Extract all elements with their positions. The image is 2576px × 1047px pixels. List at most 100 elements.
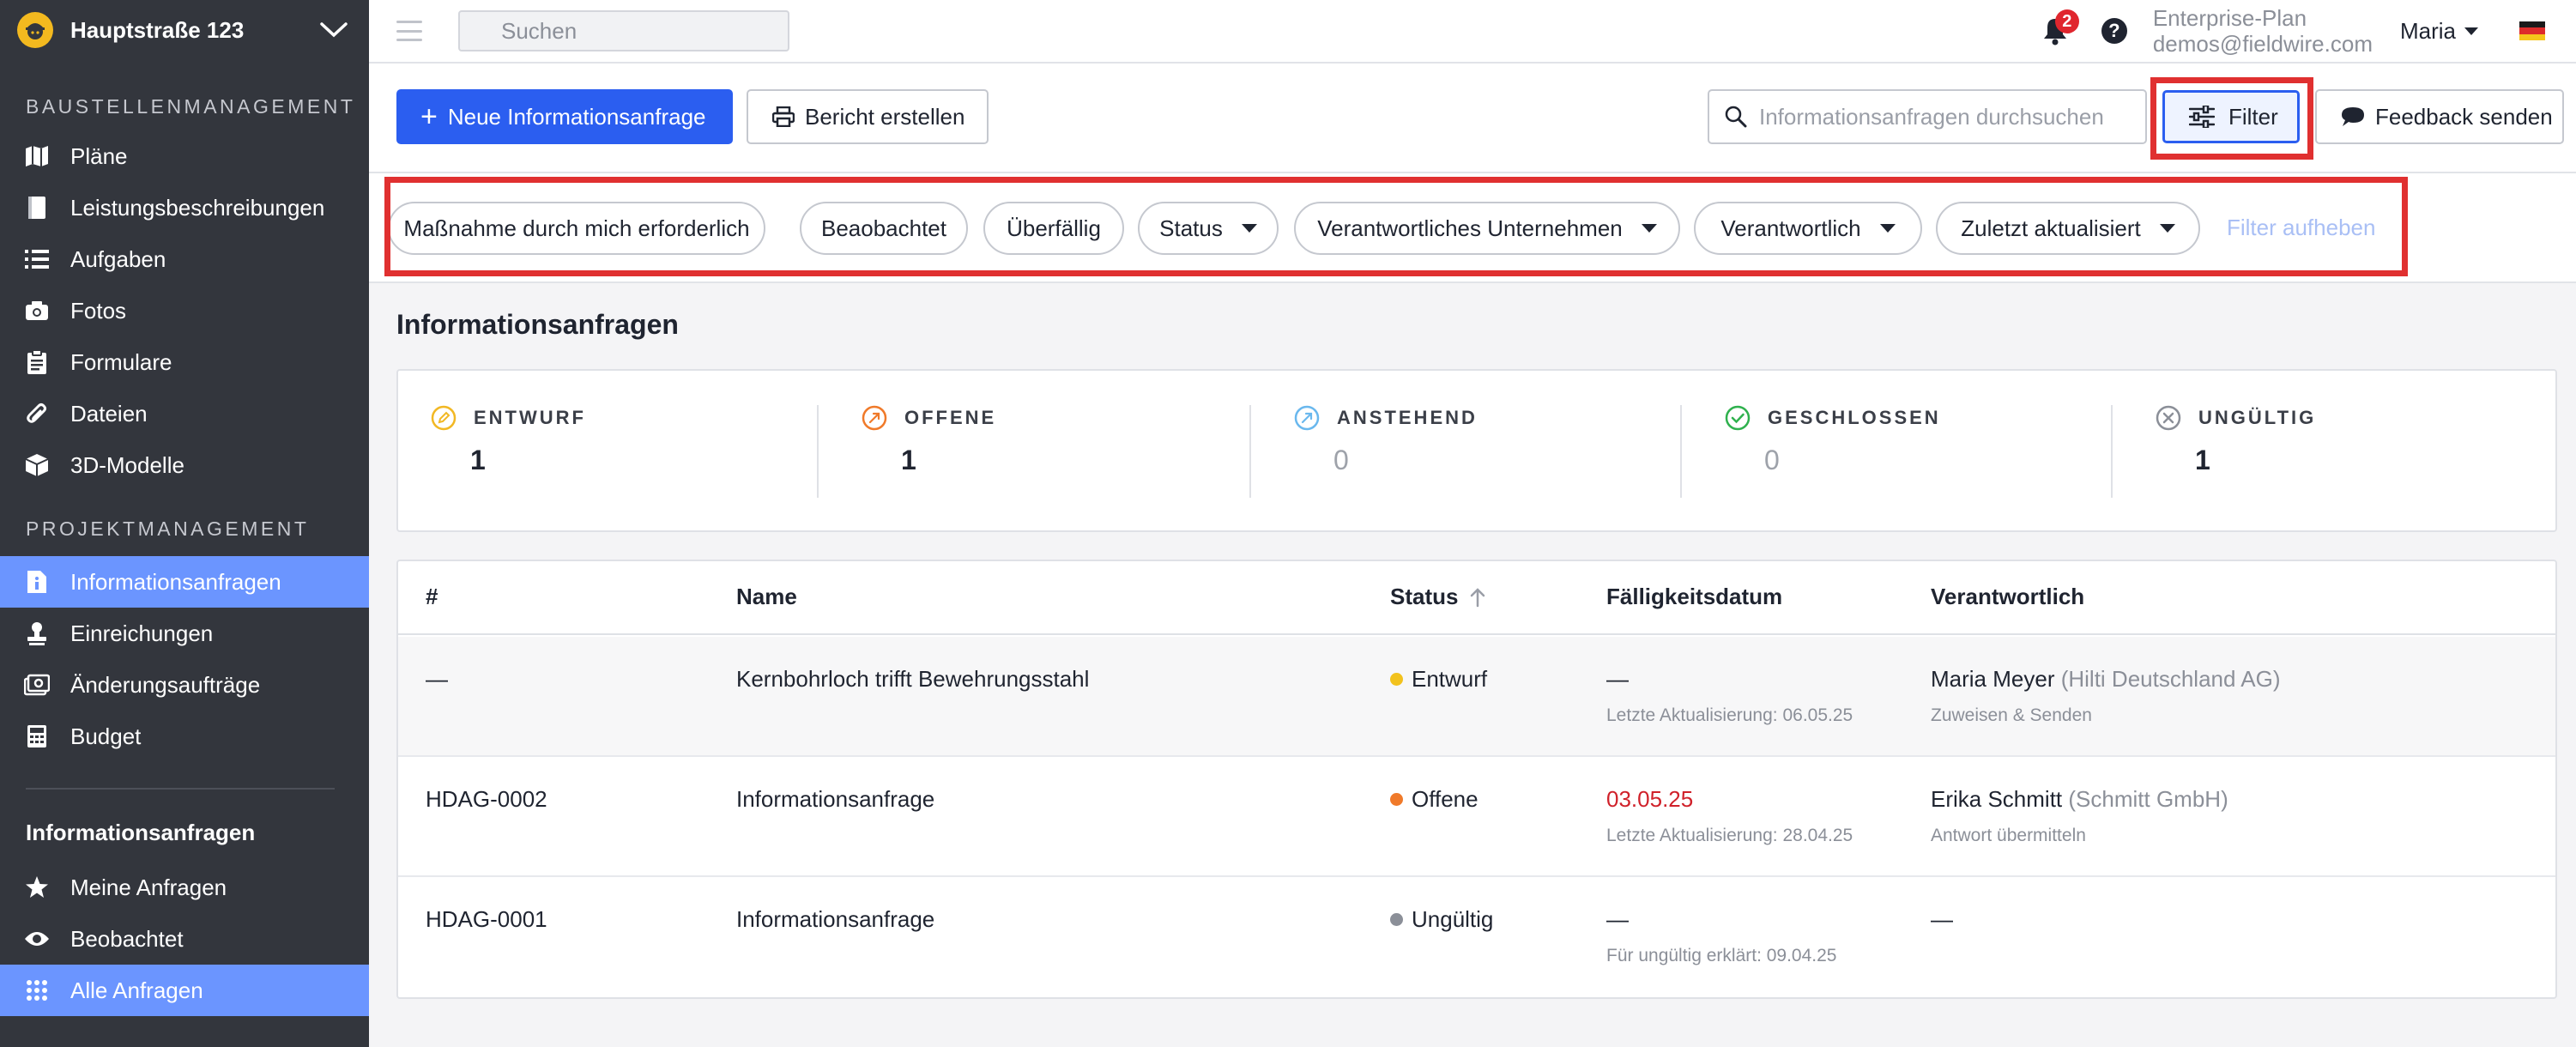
- sliders-icon: [2189, 106, 2215, 128]
- project-logo-icon: [17, 12, 53, 48]
- clear-filters-link[interactable]: Filter aufheben: [2227, 215, 2375, 241]
- stat-label: OFFENE: [904, 407, 997, 428]
- rfi-last-updated: Letzte Aktualisierung: 06.05.25: [1606, 705, 1853, 725]
- filter-chip-overdue[interactable]: Überfällig: [983, 202, 1124, 255]
- sidebar-item-specifications[interactable]: Leistungsbeschreibungen: [0, 182, 369, 233]
- status-dot-void: [1390, 912, 1403, 926]
- book-icon: [24, 195, 50, 221]
- stat-label: ENTWURF: [474, 407, 586, 428]
- clipboard-icon: [24, 349, 50, 375]
- global-search[interactable]: [458, 10, 789, 51]
- stat-draft[interactable]: ENTWURF 1: [431, 405, 586, 499]
- caret-down-icon: [1879, 224, 1896, 233]
- stat-divider: [1249, 405, 1251, 498]
- assignee-company: (Schmitt GmbH): [2068, 786, 2228, 812]
- top-bar: 2 ? Enterprise-Plan demos@fieldwire.com …: [369, 0, 2576, 64]
- column-header-due-date[interactable]: Fälligkeitsdatum: [1606, 584, 1782, 610]
- rfi-voided-date: Für ungültig erklärt: 09.04.25: [1606, 946, 1837, 965]
- stat-count: 1: [2195, 445, 2210, 475]
- column-header-status[interactable]: Status: [1390, 584, 1485, 610]
- sidebar-item-photos[interactable]: Fotos: [0, 285, 369, 336]
- chevron-down-icon[interactable]: [319, 21, 348, 39]
- stat-void[interactable]: UNGÜLTIG 1: [2156, 405, 2316, 499]
- table-row[interactable]: — Kernbohrloch trifft Bewehrungsstahl En…: [398, 637, 2555, 757]
- caret-down-icon: [2159, 224, 2175, 233]
- german-flag-icon[interactable]: [2519, 21, 2545, 40]
- table-row[interactable]: HDAG-0001 Informationsanfrage Ungültig —…: [398, 877, 2555, 997]
- assignee-company: (Hilti Deutschland AG): [2060, 666, 2281, 692]
- stat-label: UNGÜLTIG: [2198, 407, 2317, 428]
- filter-chip-label: Beaobachtet: [820, 215, 946, 241]
- status-summary: ENTWURF 1 OFFENE 1 ANSTEHEND 0 GESCHLOSS…: [396, 369, 2557, 532]
- sidebar-item-all-requests[interactable]: Alle Anfragen: [0, 965, 369, 1016]
- rfi-status-label: Offene: [1412, 786, 1478, 812]
- sidebar-item-change-orders[interactable]: Änderungsaufträge: [0, 659, 369, 711]
- filter-dropdown-company[interactable]: Verantwortliches Unternehmen: [1294, 202, 1680, 255]
- sidebar-item-rfis[interactable]: Informationsanfragen: [0, 556, 369, 608]
- sidebar-item-my-requests[interactable]: Meine Anfragen: [0, 862, 369, 913]
- plan-name: Enterprise-Plan: [2152, 5, 2307, 31]
- table-row[interactable]: HDAG-0002 Informationsanfrage Offene 03.…: [398, 757, 2555, 877]
- rfi-search[interactable]: [1708, 89, 2147, 144]
- rfi-name[interactable]: Informationsanfrage: [736, 786, 934, 813]
- sidebar-item-forms[interactable]: Formulare: [0, 336, 369, 388]
- sidebar-item-plans[interactable]: Pläne: [0, 130, 369, 182]
- rfi-next-action: Antwort übermitteln: [1931, 826, 2086, 845]
- sidebar-divider: [26, 788, 335, 790]
- column-header-status-label: Status: [1390, 584, 1459, 609]
- calculator-icon: [24, 723, 50, 749]
- table-header: # Name Status Fälligkeitsdatum Verantwor…: [398, 561, 2555, 635]
- paperclip-icon: [24, 401, 50, 427]
- filter-dropdown-last-updated[interactable]: Zuletzt aktualisiert: [1936, 202, 2200, 255]
- sidebar-item-label: Formulare: [70, 348, 172, 375]
- rfi-status: Ungültig: [1390, 906, 1493, 933]
- notifications-button[interactable]: 2: [2041, 9, 2079, 45]
- column-header-number[interactable]: #: [426, 584, 438, 610]
- stat-closed[interactable]: GESCHLOSSEN 0: [1725, 405, 1941, 499]
- sidebar-item-watched[interactable]: Beobachtet: [0, 913, 369, 965]
- filter-chip-label: Verantwortliches Unternehmen: [1317, 215, 1623, 241]
- project-name: Hauptstraße 123: [70, 16, 245, 43]
- filter-button-label: Filter: [2228, 103, 2278, 130]
- filter-dropdown-status[interactable]: Status: [1138, 202, 1279, 255]
- rfi-due-date-overdue: 03.05.25: [1606, 786, 1694, 812]
- project-selector[interactable]: Hauptstraße 123: [0, 0, 369, 60]
- column-header-name[interactable]: Name: [736, 584, 797, 610]
- rfi-assignee: Maria Meyer (Hilti Deutschland AG): [1931, 666, 2280, 693]
- status-dot-draft: [1390, 672, 1403, 686]
- rfi-status-label: Entwurf: [1412, 666, 1488, 692]
- section-title-site-management: BAUSTELLENMANAGEMENT: [26, 95, 356, 118]
- list-icon: [24, 246, 50, 272]
- caret-down-icon: [2464, 27, 2478, 35]
- sidebar-item-tasks[interactable]: Aufgaben: [0, 233, 369, 285]
- stat-pending[interactable]: ANSTEHEND 0: [1294, 405, 1478, 499]
- stat-open[interactable]: OFFENE 1: [862, 405, 996, 499]
- new-rfi-button[interactable]: + Neue Informationsanfrage: [396, 89, 733, 144]
- filter-button[interactable]: Filter: [2162, 90, 2300, 143]
- caret-down-icon: [1641, 224, 1657, 233]
- menu-icon[interactable]: [396, 21, 422, 41]
- sort-arrow-up-icon: [1471, 587, 1485, 607]
- filter-chip-action-required[interactable]: Maßnahme durch mich erforderlich: [388, 202, 765, 255]
- stat-count: 1: [470, 445, 486, 475]
- sidebar-item-3d-models[interactable]: 3D-Modelle: [0, 439, 369, 491]
- user-menu[interactable]: Maria: [2400, 18, 2478, 45]
- sidebar-item-label: Änderungsaufträge: [70, 671, 261, 698]
- search-icon: [1725, 106, 1747, 128]
- rfi-name[interactable]: Informationsanfrage: [736, 906, 934, 933]
- column-header-assignee[interactable]: Verantwortlich: [1931, 584, 2084, 610]
- section-title-project-management: PROJEKTMANAGEMENT: [26, 517, 310, 540]
- create-report-button[interactable]: Bericht erstellen: [747, 89, 989, 144]
- send-feedback-button[interactable]: Feedback senden: [2315, 89, 2564, 144]
- stat-divider: [817, 405, 819, 498]
- rfi-search-input[interactable]: [1759, 103, 2145, 130]
- global-search-input[interactable]: [501, 17, 789, 45]
- sidebar-item-label: Fotos: [70, 297, 127, 324]
- filter-chip-watched[interactable]: Beaobachtet: [800, 202, 968, 255]
- filter-dropdown-assignee[interactable]: Verantwortlich: [1694, 202, 1922, 255]
- sidebar-item-files[interactable]: Dateien: [0, 388, 369, 439]
- help-icon[interactable]: ?: [2101, 18, 2127, 44]
- sidebar-item-submittals[interactable]: Einreichungen: [0, 608, 369, 659]
- sidebar-item-budget[interactable]: Budget: [0, 711, 369, 762]
- rfi-name[interactable]: Kernbohrloch trifft Bewehrungsstahl: [736, 666, 1089, 693]
